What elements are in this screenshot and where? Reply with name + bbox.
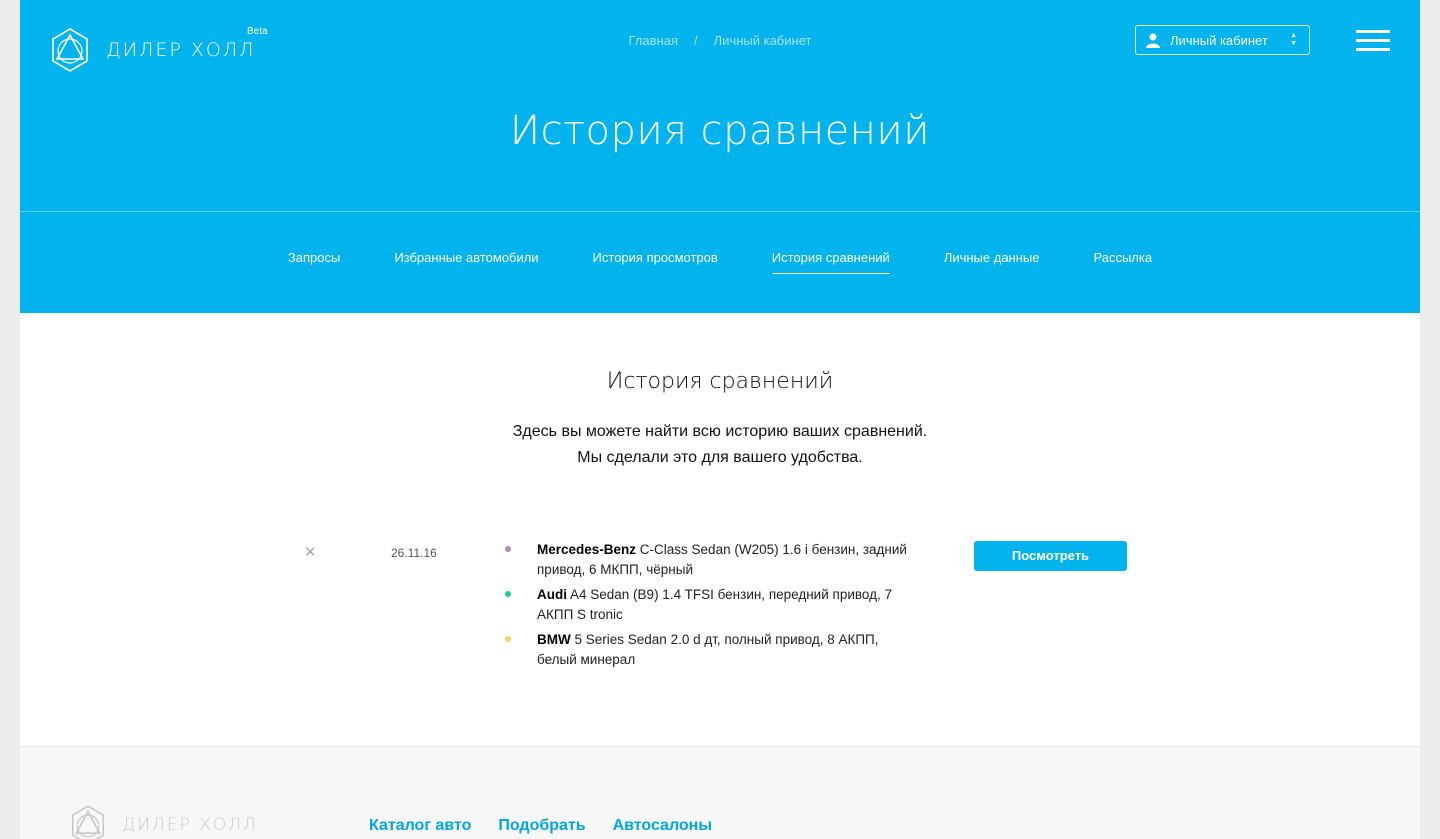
intro-line-1: Здесь вы можете найти всю историю ваших … bbox=[512, 423, 928, 440]
breadcrumb-account[interactable]: Личный кабинет bbox=[714, 33, 812, 48]
section-intro: Здесь вы можете найти всю историю ваших … bbox=[20, 419, 1420, 471]
select-arrows-icon: ▲ ▼ bbox=[1290, 32, 1297, 47]
tab-newsletter[interactable]: Рассылка bbox=[1093, 250, 1152, 273]
color-dot-icon bbox=[505, 546, 511, 552]
account-select-label: Личный кабинет bbox=[1170, 32, 1268, 48]
header-divider bbox=[20, 211, 1420, 212]
page: ДИЛЕР ХОЛЛ Beta Главная / Личный кабинет Л… bbox=[20, 0, 1420, 839]
tab-comparison-history[interactable]: История сравнений bbox=[771, 250, 890, 274]
footer-link-catalog[interactable]: Каталог авто bbox=[369, 817, 471, 835]
color-dot-icon bbox=[505, 636, 511, 642]
footer-logo-text: ДИЛЕР ХОЛЛ bbox=[122, 815, 258, 835]
footer-link-pick[interactable]: Подобрать bbox=[498, 817, 585, 835]
tab-favorites[interactable]: Избранные автомобили bbox=[394, 250, 538, 273]
page-title: История сравнений bbox=[509, 108, 931, 154]
footer-logo-icon bbox=[71, 805, 105, 839]
section-title: История сравнений bbox=[606, 369, 834, 394]
car-description: A4 Sedan (B9) 1.4 TFSI бензин, передний … bbox=[537, 587, 892, 622]
footer: ДИЛЕР ХОЛЛ Каталог авто Подобрать Автоса… bbox=[20, 746, 1420, 839]
hamburger-icon[interactable] bbox=[1356, 30, 1390, 52]
breadcrumb-separator: / bbox=[694, 33, 698, 48]
car-brand: Audi bbox=[537, 587, 567, 602]
list-item: Mercedes-Benz C-Class Sedan (W205) 1.6 i… bbox=[500, 540, 920, 580]
intro-line-2: Мы сделали это для вашего удобства. bbox=[577, 449, 863, 466]
list-item: BMW 5 Series Sedan 2.0 d дт, полный прив… bbox=[500, 630, 920, 670]
tab-view-history[interactable]: История просмотров bbox=[593, 250, 718, 273]
breadcrumb-home[interactable]: Главная bbox=[629, 33, 678, 48]
close-icon[interactable]: ✕ bbox=[304, 543, 317, 561]
comparison-date: 26.11.16 bbox=[391, 546, 437, 560]
account-tabs: Запросы Избранные автомобили История просм… bbox=[20, 250, 1420, 274]
car-list: Mercedes-Benz C-Class Sedan (W205) 1.6 i… bbox=[500, 540, 920, 675]
hero-header: ДИЛЕР ХОЛЛ Beta Главная / Личный кабинет Л… bbox=[20, 0, 1420, 313]
color-dot-icon bbox=[505, 591, 511, 597]
user-icon bbox=[1146, 33, 1160, 48]
footer-logo[interactable]: ДИЛЕР ХОЛЛ bbox=[70, 804, 258, 839]
car-brand: Mercedes-Benz bbox=[537, 542, 637, 557]
list-item: Audi A4 Sedan (B9) 1.4 TFSI бензин, пере… bbox=[500, 585, 920, 625]
account-select[interactable]: Личный кабинет ▲ ▼ bbox=[1135, 25, 1310, 55]
comparison-row: ✕ 26.11.16 Mercedes-Benz C-Class Sedan (… bbox=[20, 540, 1420, 680]
tab-personal-data[interactable]: Личные данные bbox=[944, 250, 1040, 273]
view-comparison-button[interactable]: Посмотреть bbox=[974, 541, 1127, 571]
footer-link-dealers[interactable]: Автосалоны bbox=[613, 817, 712, 835]
footer-nav: Каталог авто Подобрать Автосалоны bbox=[369, 817, 739, 835]
car-brand: BMW bbox=[537, 632, 571, 647]
car-description: 5 Series Sedan 2.0 d дт, полный привод, … bbox=[537, 632, 879, 667]
tab-requests[interactable]: Запросы bbox=[288, 250, 340, 273]
